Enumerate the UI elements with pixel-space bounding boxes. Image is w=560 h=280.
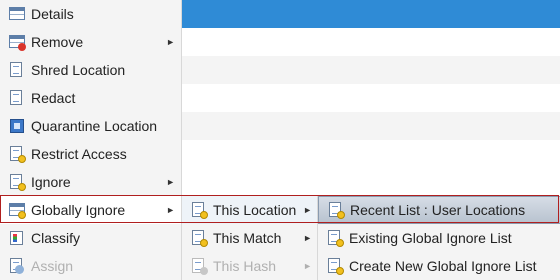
menu-item-label: Redact — [31, 90, 76, 106]
menu-item-label: This Hash — [213, 258, 277, 274]
menu-item-label: Shred Location — [31, 62, 126, 78]
create-list-icon — [327, 258, 344, 275]
submenu-item-existing-global-ignore-list[interactable]: Existing Global Ignore List — [318, 224, 560, 252]
submenu-arrow-icon: ► — [303, 261, 312, 271]
context-menu: Details Remove ► Shred Location Redact Q… — [0, 0, 182, 280]
ignore-icon — [9, 174, 26, 191]
menu-item-assign: Assign — [0, 252, 181, 280]
menu-item-label: Restrict Access — [31, 146, 127, 162]
hover-path-highlight — [0, 195, 559, 223]
menu-item-label: Ignore — [31, 174, 71, 190]
app-header-bar — [181, 0, 560, 28]
menu-item-remove[interactable]: Remove ► — [0, 28, 181, 56]
menu-item-shred-location[interactable]: Shred Location — [0, 56, 181, 84]
restrict-access-icon — [9, 146, 26, 163]
menu-item-label: Create New Global Ignore List — [349, 258, 537, 274]
menu-item-details[interactable]: Details — [0, 0, 181, 28]
submenu-arrow-icon: ► — [166, 177, 175, 187]
menu-item-label: Assign — [31, 258, 74, 274]
menu-item-label: Classify — [31, 230, 81, 246]
menu-item-redact[interactable]: Redact — [0, 84, 181, 112]
assign-icon — [9, 258, 25, 274]
submenu-item-this-hash: This Hash ► — [182, 252, 318, 280]
menu-item-ignore[interactable]: Ignore ► — [0, 168, 181, 196]
quarantine-icon — [9, 118, 25, 134]
menu-item-label: This Match — [213, 230, 282, 246]
menu-item-quarantine-location[interactable]: Quarantine Location — [0, 112, 181, 140]
existing-list-icon — [327, 230, 344, 247]
ignore-hash-icon — [191, 258, 208, 275]
ignore-match-icon — [191, 230, 208, 247]
table-row-stripe — [181, 112, 560, 140]
submenu-item-create-new-global-ignore-list[interactable]: Create New Global Ignore List — [318, 252, 560, 280]
details-icon — [9, 6, 25, 22]
menu-item-label: Existing Global Ignore List — [349, 230, 512, 246]
menu-item-restrict-access[interactable]: Restrict Access — [0, 140, 181, 168]
shred-location-icon — [9, 62, 25, 78]
submenu-item-this-match[interactable]: This Match ► — [182, 224, 318, 252]
submenu-arrow-icon: ► — [303, 233, 312, 243]
menu-item-label: Remove — [31, 34, 84, 50]
classify-icon — [9, 230, 25, 246]
menu-item-classify[interactable]: Classify — [0, 224, 181, 252]
redact-icon — [9, 90, 25, 106]
table-row-stripe — [181, 56, 560, 84]
menu-item-label: Quarantine Location — [31, 118, 158, 134]
menu-item-label: Details — [31, 6, 74, 22]
remove-icon — [9, 34, 26, 51]
submenu-arrow-icon: ► — [166, 37, 175, 47]
